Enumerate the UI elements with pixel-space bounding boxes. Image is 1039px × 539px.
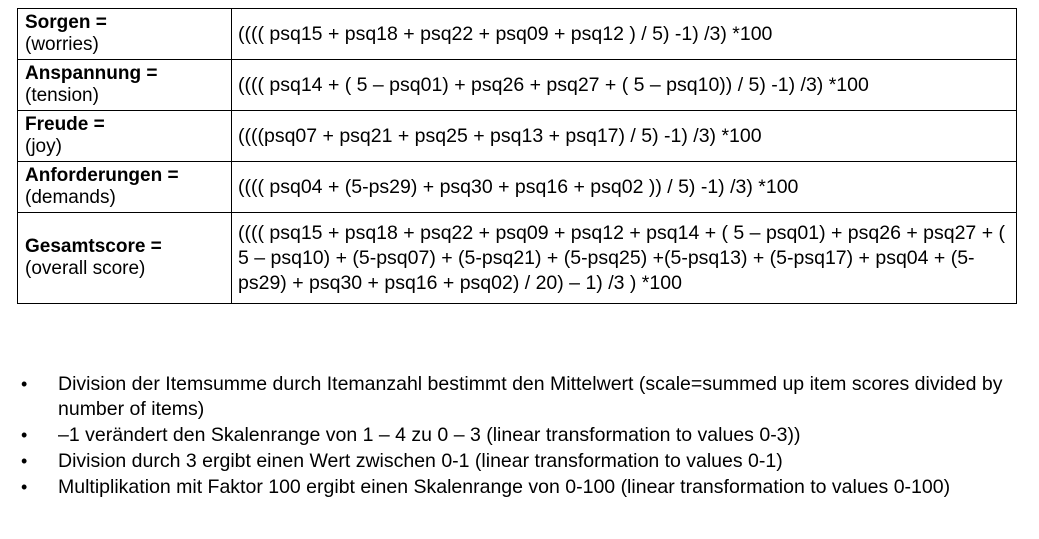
scale-label-cell: Freude = (joy) [17, 110, 232, 162]
scale-english-name: (joy) [25, 136, 62, 157]
scoring-table: Sorgen = (worries) (((( psq15 + psq18 + … [17, 8, 1017, 304]
scale-name: Sorgen = [25, 12, 107, 33]
scale-formula: ((((psq07 + psq21 + psq25 + psq13 + psq1… [231, 110, 1017, 162]
scale-english-name: (demands) [25, 187, 116, 208]
list-item: • Division durch 3 ergibt einen Wert zwi… [0, 449, 1039, 474]
scale-name: Anforderungen = [25, 165, 179, 186]
note-text: Division der Itemsumme durch Itemanzahl … [58, 373, 1003, 420]
table-row-overall-score: Gesamtscore = (overall score) (((( psq15… [17, 212, 1017, 304]
scale-english-name: (overall score) [25, 258, 146, 279]
bullet-icon: • [21, 374, 28, 394]
bullet-icon: • [21, 477, 28, 497]
table-row-joy: Freude = (joy) ((((psq07 + psq21 + psq25… [17, 110, 1017, 162]
scale-formula: (((( psq04 + (5-ps29) + psq30 + psq16 + … [231, 161, 1017, 213]
scale-label-cell: Anspannung = (tension) [17, 59, 232, 111]
note-text: Division durch 3 ergibt einen Wert zwisc… [58, 450, 783, 472]
scale-name: Gesamtscore = [25, 236, 162, 257]
note-text: Multiplikation mit Faktor 100 ergibt ein… [58, 476, 951, 498]
scale-formula: (((( psq15 + psq18 + psq22 + psq09 + psq… [231, 8, 1017, 60]
list-item: • Division der Itemsumme durch Itemanzah… [0, 372, 1039, 422]
table-row-worries: Sorgen = (worries) (((( psq15 + psq18 + … [17, 8, 1017, 60]
scale-label-cell: Sorgen = (worries) [17, 8, 232, 60]
table-row-tension: Anspannung = (tension) (((( psq14 + ( 5 … [17, 59, 1017, 111]
table-row-demands: Anforderungen = (demands) (((( psq04 + (… [17, 161, 1017, 213]
scale-formula: (((( psq15 + psq18 + psq22 + psq09 + psq… [231, 212, 1017, 304]
scale-formula: (((( psq14 + ( 5 – psq01) + psq26 + psq2… [231, 59, 1017, 111]
scale-name: Freude = [25, 114, 105, 135]
notes-list: • Division der Itemsumme durch Itemanzah… [0, 372, 1039, 501]
scale-english-name: (tension) [25, 85, 99, 106]
list-item: • –1 verändert den Skalenrange von 1 – 4… [0, 423, 1039, 448]
scale-label-cell: Gesamtscore = (overall score) [17, 212, 232, 304]
list-item: • Multiplikation mit Faktor 100 ergibt e… [0, 475, 1039, 500]
scale-name: Anspannung = [25, 63, 158, 84]
bullet-icon: • [21, 425, 28, 445]
note-text: –1 verändert den Skalenrange von 1 – 4 z… [58, 424, 801, 446]
scale-english-name: (worries) [25, 34, 99, 55]
scale-label-cell: Anforderungen = (demands) [17, 161, 232, 213]
bullet-icon: • [21, 451, 28, 471]
